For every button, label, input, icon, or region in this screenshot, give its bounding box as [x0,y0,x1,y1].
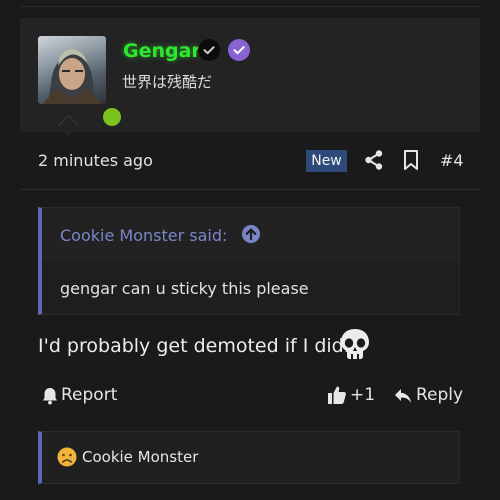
post-number[interactable]: #4 [440,151,464,170]
share-icon[interactable] [364,149,384,171]
message-text: I'd probably get demoted if I did. [38,335,350,357]
bookmark-icon[interactable] [401,149,421,171]
quote-header: Cookie Monster said: [42,208,459,262]
quote-author[interactable]: Cookie Monster said: [60,226,227,245]
username[interactable]: Gengar [123,40,201,62]
arrow-up-circle-icon[interactable] [241,224,261,244]
like-count: +1 [350,385,376,405]
thumbs-up-icon [328,386,346,404]
bell-icon [43,388,57,405]
verified-badge-icon [198,39,220,61]
sad-face-icon [57,447,77,467]
post-header-divider [20,189,480,190]
staff-badge-icon [228,39,250,61]
post-date[interactable]: 2 minutes ago [38,151,153,170]
reaction-user[interactable]: Cookie Monster [82,448,198,466]
report-label: Report [61,385,118,405]
reactions-bar[interactable]: Cookie Monster [38,431,460,484]
user-card: Gengar 世界は残酷だ [20,18,480,132]
avatar[interactable] [38,36,106,104]
skull-icon [340,328,370,360]
quote-block: Cookie Monster said: gengar can u sticky… [38,207,460,315]
reply-arrow-icon [395,389,411,403]
previous-post-bottom-edge [20,0,480,7]
new-badge: New [306,150,347,172]
user-title: 世界は残酷だ [122,73,213,91]
online-status-indicator [101,106,123,128]
quote-text: gengar can u sticky this please [60,279,309,298]
reply-label: Reply [416,385,464,405]
